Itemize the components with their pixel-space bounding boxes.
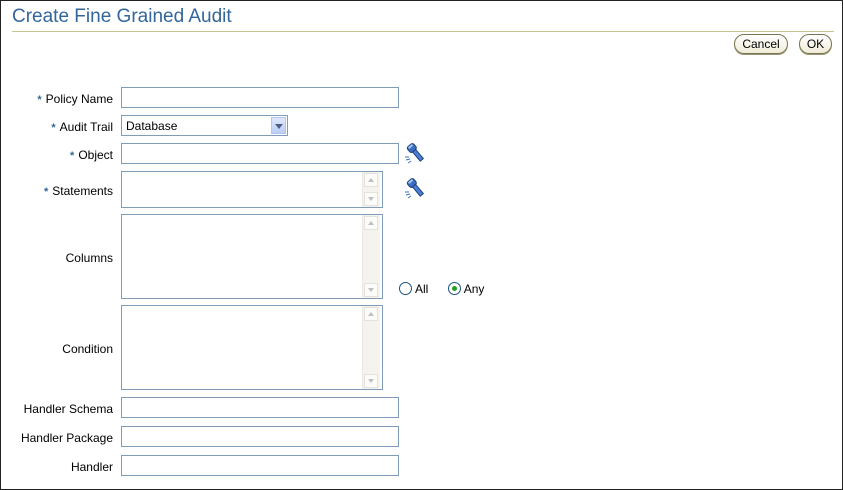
scroll-down-icon[interactable] <box>364 374 378 388</box>
scroll-down-icon[interactable] <box>364 283 378 297</box>
flashlight-icon[interactable] <box>403 141 429 165</box>
flashlight-icon[interactable] <box>403 176 429 200</box>
condition-label: Condition <box>62 342 113 356</box>
audit-trail-label: * Audit Trail <box>51 120 113 134</box>
radio-all-label[interactable]: All <box>415 282 428 296</box>
condition-textarea[interactable] <box>121 305 383 390</box>
statements-label: * Statements <box>44 184 113 198</box>
radio-any-label[interactable]: Any <box>464 282 485 296</box>
scroll-up-icon[interactable] <box>364 216 378 230</box>
condition-scrollbar[interactable] <box>362 306 380 389</box>
handler-schema-label: Handler Schema <box>23 402 113 416</box>
cancel-button[interactable]: Cancel <box>734 34 788 54</box>
page-title: Create Fine Grained Audit <box>12 6 232 27</box>
statements-scrollbar[interactable] <box>362 172 380 207</box>
handler-package-label: Handler Package <box>20 431 113 445</box>
scroll-up-icon[interactable] <box>364 173 378 187</box>
scroll-up-icon[interactable] <box>364 307 378 321</box>
radio-all[interactable] <box>399 282 412 295</box>
columns-scrollbar[interactable] <box>362 215 380 298</box>
audit-trail-select[interactable]: Database <box>121 115 288 136</box>
required-indicator: * <box>37 94 42 106</box>
audit-trail-value: Database <box>126 119 178 133</box>
scroll-down-icon[interactable] <box>364 192 378 206</box>
policy-name-input[interactable] <box>121 87 399 108</box>
columns-label: Columns <box>65 251 113 265</box>
object-input[interactable] <box>121 143 399 164</box>
handler-input[interactable] <box>121 455 399 476</box>
title-divider <box>12 31 834 32</box>
columns-textarea[interactable] <box>121 214 383 299</box>
policy-name-label: * Policy Name <box>37 92 113 106</box>
handler-package-input[interactable] <box>121 426 399 447</box>
statements-textarea[interactable] <box>121 171 383 208</box>
required-indicator: * <box>70 150 75 162</box>
object-label: * Object <box>70 148 113 162</box>
page-frame: Create Fine Grained Audit Cancel OK * Pol… <box>0 0 843 490</box>
radio-any[interactable] <box>447 282 461 295</box>
chevron-down-icon[interactable] <box>271 117 286 134</box>
handler-schema-input[interactable] <box>121 397 399 418</box>
handler-label: Handler <box>70 460 113 474</box>
required-indicator: * <box>44 186 49 198</box>
ok-button[interactable]: OK <box>799 34 832 54</box>
required-indicator: * <box>51 122 56 134</box>
columns-match-radio-group: All Any <box>399 282 500 296</box>
